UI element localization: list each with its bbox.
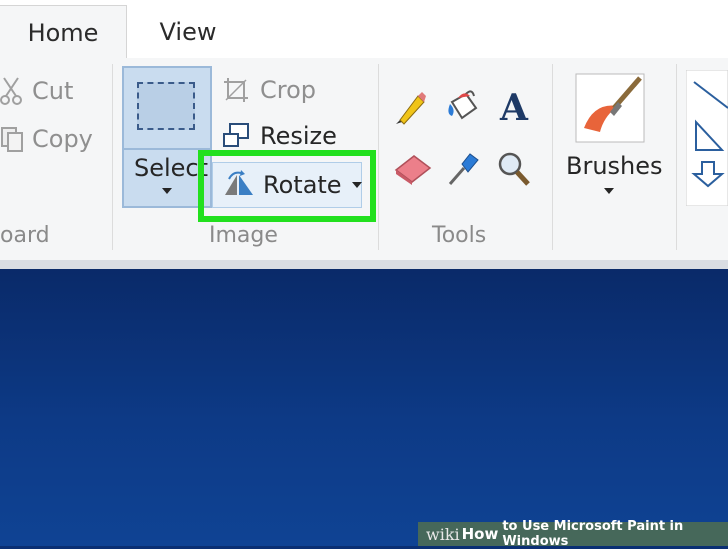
crop-label: Crop [260, 76, 317, 104]
watermark-how: How [461, 525, 499, 543]
ribbon-tab-bar: Home View [0, 0, 728, 60]
scissors-icon [0, 76, 22, 106]
chevron-down-icon[interactable] [351, 182, 362, 188]
watermark-title: to Use Microsoft Paint in Windows [502, 519, 684, 549]
brushes-button[interactable]: Brushes [560, 70, 663, 210]
select-icon-area [124, 68, 210, 150]
eraser-icon[interactable] [394, 152, 432, 190]
brush-icon [574, 72, 646, 148]
wikihow-watermark: wiki How to Use Microsoft Paint in Windo… [418, 519, 728, 549]
copy-icon [0, 124, 24, 154]
svg-text:A: A [499, 88, 529, 124]
drawing-canvas[interactable] [0, 269, 728, 546]
chevron-down-icon[interactable] [604, 188, 614, 194]
group-divider [676, 64, 677, 250]
rotate-button[interactable]: Rotate [212, 162, 362, 208]
crop-icon [222, 76, 250, 104]
crop-button[interactable]: Crop [222, 76, 316, 104]
image-group-label: Image [209, 223, 278, 248]
tools-group-label: Tools [432, 223, 487, 248]
clipboard-group-label: oard [0, 223, 50, 248]
copy-button[interactable]: Copy [0, 124, 93, 154]
resize-label: Resize [260, 122, 337, 150]
group-divider [378, 64, 379, 250]
chevron-down-icon[interactable] [162, 188, 172, 194]
rotate-label: Rotate [263, 171, 342, 199]
resize-icon [222, 122, 250, 150]
resize-button[interactable]: Resize [222, 122, 337, 150]
copy-label: Copy [32, 125, 93, 153]
pencil-icon[interactable] [394, 90, 428, 130]
cut-button[interactable]: Cut [0, 76, 73, 106]
group-divider [552, 64, 553, 250]
magnifier-icon[interactable] [496, 150, 532, 192]
cut-label: Cut [32, 77, 74, 105]
color-picker-icon[interactable] [446, 150, 480, 192]
text-icon[interactable]: A [498, 87, 532, 129]
ribbon-bottom-border [0, 260, 728, 269]
tab-home[interactable]: Home [0, 5, 127, 60]
fill-icon[interactable] [444, 88, 482, 130]
selection-rectangle-icon [137, 82, 195, 130]
brushes-label: Brushes [566, 152, 663, 180]
watermark-wiki: wiki [426, 524, 460, 544]
group-divider [112, 64, 113, 250]
tab-view[interactable]: View [130, 6, 246, 58]
select-label: Select [134, 154, 209, 182]
shapes-gallery[interactable] [685, 69, 728, 210]
rotate-icon [223, 169, 255, 201]
